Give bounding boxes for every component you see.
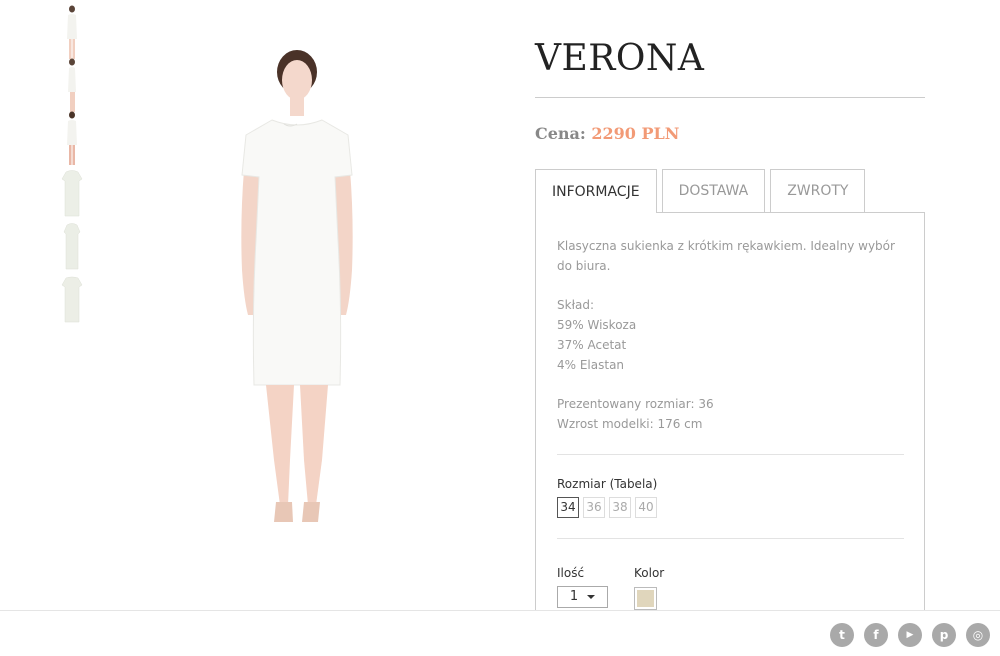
color-swatch-fill — [637, 590, 654, 607]
presented-size: Prezentowany rozmiar: 36 — [557, 397, 714, 411]
facebook-icon[interactable]: f — [864, 623, 888, 647]
footer: t f ▶ p ◎ — [0, 610, 1000, 656]
color-label: Kolor — [634, 566, 665, 580]
instagram-icon[interactable]: ◎ — [966, 623, 990, 647]
twitter-icon[interactable]: t — [830, 623, 854, 647]
composition-item: 59% Wiskoza — [557, 318, 637, 332]
tab-panel-informacje: Klasyczna sukienka z krótkim rękawkiem. … — [535, 212, 925, 612]
size-label[interactable]: Rozmiar (Tabela) — [557, 474, 904, 494]
title-divider — [535, 97, 925, 98]
thumbnail-dress-front[interactable] — [52, 169, 92, 219]
options-row: Ilość 1 Kolor — [557, 563, 904, 610]
quantity-select[interactable]: 1 — [557, 586, 608, 608]
composition-item: 37% Acetat — [557, 338, 627, 352]
panel-divider — [557, 538, 904, 539]
price-label: Cena: — [535, 124, 586, 143]
youtube-icon[interactable]: ▶ — [898, 623, 922, 647]
product-description: Klasyczna sukienka z krótkim rękawkiem. … — [557, 239, 895, 273]
product-tabs: INFORMACJE DOSTAWA ZWROTY — [535, 169, 925, 213]
thumbnail-model-back[interactable] — [52, 111, 92, 166]
product-title: VERONA — [535, 38, 705, 79]
price-value: 2290 PLN — [591, 124, 680, 143]
product-details: VERONA Cena: 2290 PLN INFORMACJE DOSTAWA… — [535, 0, 925, 612]
tab-informacje[interactable]: INFORMACJE — [535, 169, 657, 213]
quantity-label: Ilość — [557, 566, 585, 580]
thumbnail-dress-side[interactable] — [52, 222, 92, 272]
tab-dostawa[interactable]: DOSTAWA — [661, 169, 766, 212]
model-height: Wzrost modelki: 176 cm — [557, 417, 703, 431]
thumbnail-model-side[interactable] — [52, 58, 92, 113]
composition-item: 4% Elastan — [557, 358, 625, 372]
social-links: t f ▶ p ◎ — [830, 623, 990, 647]
size-options: 34 36 38 40 — [557, 497, 904, 518]
thumbnail-dress-back[interactable] — [52, 275, 92, 325]
pinterest-icon[interactable]: p — [932, 623, 956, 647]
panel-divider — [557, 454, 904, 455]
thumbnail-model-front[interactable] — [52, 5, 92, 60]
size-option-38[interactable]: 38 — [609, 497, 631, 518]
size-option-36[interactable]: 36 — [583, 497, 605, 518]
quantity-value: 1 — [569, 589, 579, 604]
color-swatch[interactable] — [634, 587, 657, 610]
chevron-down-icon — [587, 595, 596, 599]
main-product-image — [200, 40, 400, 540]
tab-zwroty[interactable]: ZWROTY — [770, 169, 866, 212]
size-option-40[interactable]: 40 — [635, 497, 657, 518]
thumbnail-list — [52, 5, 92, 328]
size-option-34[interactable]: 34 — [557, 497, 579, 518]
composition-title: Skład: — [557, 298, 594, 312]
product-price: Cena: 2290 PLN — [535, 124, 925, 143]
